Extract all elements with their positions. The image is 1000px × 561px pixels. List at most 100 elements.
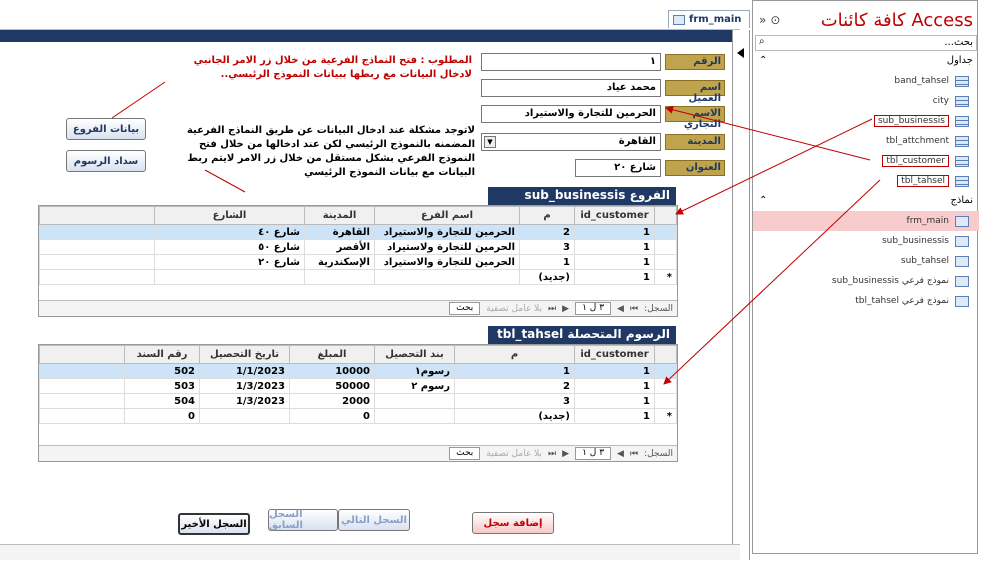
table-row[interactable]: 1 3 2000 1/3/2023 504 <box>39 393 677 409</box>
cell[interactable]: الحرمين للتجارة ولاستيراد <box>374 239 520 255</box>
search-icon[interactable]: ⌕ <box>759 36 765 47</box>
next-record-button[interactable]: السجل التالي <box>338 509 410 531</box>
column-header[interactable]: بند التحصيل <box>374 345 455 364</box>
cell[interactable] <box>304 269 375 285</box>
column-header[interactable]: المدينة <box>304 206 375 225</box>
record-selector-bar[interactable] <box>732 30 750 560</box>
nav-item-table[interactable]: city <box>753 91 979 111</box>
nav-item-table[interactable]: tbl_tahsel <box>753 171 979 191</box>
row-selector[interactable] <box>654 363 677 379</box>
column-header[interactable]: م <box>519 206 575 225</box>
table-row[interactable]: 1 1 الحرمين للتجارة والاستيراد الإسكندري… <box>39 254 677 270</box>
cell[interactable]: 1 <box>519 254 575 270</box>
nav-item-form[interactable]: نموذج فرعي tbl_tahsel <box>753 291 979 311</box>
prev-record-icon[interactable]: ◀ <box>617 304 624 314</box>
prev-record-icon[interactable]: ◀ <box>617 449 624 459</box>
row-selector[interactable] <box>654 378 677 394</box>
column-header[interactable]: اسم الفرع <box>374 206 520 225</box>
cell[interactable]: 50000 <box>289 378 375 394</box>
column-header[interactable]: م <box>454 345 575 364</box>
chevron-down-icon[interactable]: ⊙ <box>770 13 780 27</box>
record-position[interactable]: ٣ ل ١ <box>575 302 612 315</box>
new-record-row[interactable]: * 1 (جديد) 0 0 <box>39 408 677 424</box>
previous-record-button[interactable]: السجل السابق <box>268 509 338 531</box>
cell[interactable] <box>374 408 455 424</box>
field-customer-name[interactable]: محمد عياد <box>481 79 661 97</box>
cell[interactable]: الحرمين للتجارة والاستيراد <box>374 224 520 240</box>
cell[interactable]: 1 <box>454 363 575 379</box>
column-header[interactable]: المبلغ <box>289 345 375 364</box>
row-selector-header[interactable] <box>654 206 677 225</box>
next-record-icon[interactable]: ▶ <box>562 304 569 314</box>
filter-status[interactable]: بلا عامل تصفية <box>486 304 542 314</box>
cell[interactable] <box>199 408 290 424</box>
nav-search-input[interactable]: بحث... ⌕ <box>755 35 977 51</box>
nav-item-table[interactable]: band_tahsel <box>753 71 979 91</box>
cell[interactable]: 1 <box>574 224 655 240</box>
table-row[interactable]: 1 2 رسوم ٢ 50000 1/3/2023 503 <box>39 378 677 394</box>
chevron-down-icon[interactable]: ▼ <box>484 136 496 148</box>
cell[interactable]: الأقصر <box>304 239 375 255</box>
cell[interactable]: الإسكندرية <box>304 254 375 270</box>
nav-item-form[interactable]: frm_main <box>753 211 979 231</box>
nav-item-table[interactable]: tbl_customer <box>753 151 979 171</box>
tables-group-header[interactable]: جداول ⌃ <box>753 55 979 69</box>
search-input[interactable]: بحث <box>449 302 481 315</box>
forms-group-header[interactable]: نماذج ⌃ <box>753 195 979 209</box>
nav-item-form[interactable]: sub_businessis <box>753 231 979 251</box>
cell[interactable]: شارع ٤٠ <box>154 224 305 240</box>
record-position[interactable]: ٣ ل ١ <box>575 447 612 460</box>
last-record-icon[interactable]: ⏭ <box>548 304 556 314</box>
cell[interactable]: 1 <box>574 269 655 285</box>
cell[interactable]: (جديد) <box>519 269 575 285</box>
cell[interactable]: 3 <box>519 239 575 255</box>
row-selector-header[interactable] <box>654 345 677 364</box>
cell[interactable]: (جديد) <box>454 408 575 424</box>
cell[interactable]: 2 <box>519 224 575 240</box>
cell[interactable]: 2000 <box>289 393 375 409</box>
column-header[interactable]: تاريخ التحصيل <box>199 345 290 364</box>
last-record-icon[interactable]: ⏭ <box>548 449 556 459</box>
cell[interactable]: 1 <box>574 254 655 270</box>
nav-item-table[interactable]: sub_businessis <box>753 111 979 131</box>
cell[interactable] <box>154 269 305 285</box>
table-row[interactable]: 1 1 رسوم١ 10000 1/1/2023 502 <box>39 363 677 379</box>
field-city[interactable]: القاهرة ▼ <box>481 133 661 151</box>
collapse-pane-icon[interactable]: » <box>759 13 766 27</box>
column-header[interactable]: رقم السند <box>124 345 200 364</box>
cell[interactable]: 1 <box>574 408 655 424</box>
row-selector[interactable] <box>654 239 677 255</box>
cell[interactable]: 503 <box>124 378 200 394</box>
new-record-row[interactable]: * 1 (جديد) <box>39 269 677 285</box>
cell[interactable]: شارع ٥٠ <box>154 239 305 255</box>
cell[interactable]: 1 <box>574 393 655 409</box>
cell[interactable]: 1 <box>574 363 655 379</box>
table-row[interactable]: 1 3 الحرمين للتجارة ولاستيراد الأقصر شار… <box>39 239 677 255</box>
branches-data-button[interactable]: بيانات الفروع <box>66 118 146 140</box>
cell[interactable]: رسوم ٢ <box>374 378 455 394</box>
cell[interactable]: 0 <box>124 408 200 424</box>
cell[interactable]: الحرمين للتجارة والاستيراد <box>374 254 520 270</box>
nav-item-table[interactable]: tbl_attchment <box>753 131 979 151</box>
column-header[interactable]: id_customer <box>574 206 655 225</box>
cell[interactable]: رسوم١ <box>374 363 455 379</box>
cell[interactable]: 504 <box>124 393 200 409</box>
cell[interactable]: 3 <box>454 393 575 409</box>
search-input[interactable]: بحث <box>449 447 481 460</box>
cell[interactable]: 1/3/2023 <box>199 393 290 409</box>
field-address[interactable]: شارع ٢٠ <box>575 159 661 177</box>
first-record-icon[interactable]: ⏮ <box>630 449 638 459</box>
column-header[interactable]: الشارع <box>154 206 305 225</box>
next-record-icon[interactable]: ▶ <box>562 449 569 459</box>
cell[interactable]: القاهرة <box>304 224 375 240</box>
row-selector[interactable] <box>654 393 677 409</box>
cell[interactable]: 1 <box>574 378 655 394</box>
row-selector[interactable] <box>654 254 677 270</box>
nav-item-form[interactable]: sub_tahsel <box>753 251 979 271</box>
field-number[interactable]: ١ <box>481 53 661 71</box>
pay-fees-button[interactable]: سداد الرسوم <box>66 150 146 172</box>
cell[interactable]: شارع ٢٠ <box>154 254 305 270</box>
cell[interactable]: 0 <box>289 408 375 424</box>
last-record-button[interactable]: السجل الأخير <box>178 513 250 535</box>
column-header[interactable]: id_customer <box>574 345 655 364</box>
